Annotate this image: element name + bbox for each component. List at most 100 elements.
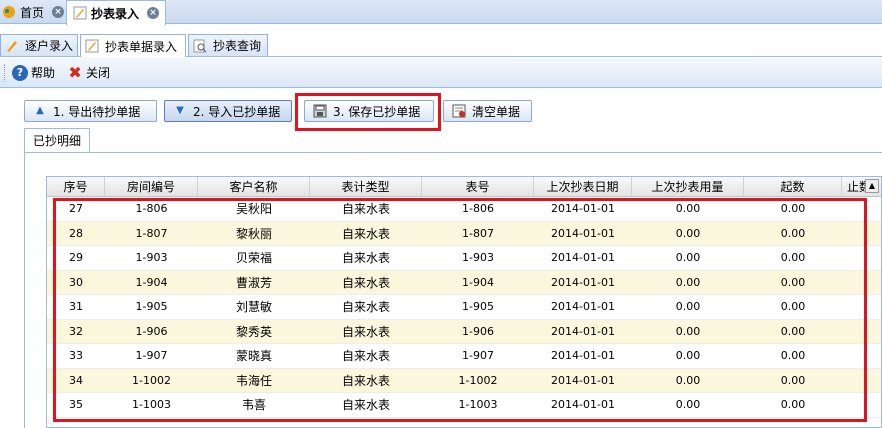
tab-document-entry-label: 抄表单据录入 xyxy=(105,39,178,54)
cell-last-date: 2014-01-01 xyxy=(551,373,615,387)
cell-meter-no: 1-904 xyxy=(462,275,494,289)
cell-last-date: 2014-01-01 xyxy=(551,398,615,411)
tab-document-entry[interactable]: 抄表单据录入 xyxy=(80,34,186,57)
cell-customer-name: 刘慧敏 xyxy=(235,300,272,314)
cell-seq: 31 xyxy=(69,300,83,313)
search-icon xyxy=(193,39,207,53)
cell-room-no: 1-906 xyxy=(135,324,168,338)
tab-reading-query-label: 抄表查询 xyxy=(213,39,262,53)
cell-meter-type: 自来水表 xyxy=(341,226,390,241)
cell-seq: 34 xyxy=(69,373,83,387)
cell-customer-name: 吴秋阳 xyxy=(235,202,272,216)
cell-meter-type: 自来水表 xyxy=(341,349,390,363)
import-read-label: 2. 导入已抄单据 xyxy=(193,104,281,119)
cell-meter-type: 自来水表 xyxy=(341,373,390,388)
cell-last-date: 2014-01-01 xyxy=(551,300,615,313)
cell-seq: 30 xyxy=(69,275,83,289)
cell-meter-no: 1-905 xyxy=(462,300,494,313)
cell-meter-type: 自来水表 xyxy=(341,398,390,412)
cell-last-date: 2014-01-01 xyxy=(551,349,615,362)
toolbar: ? 帮助 ✖ 关闭 xyxy=(0,58,882,88)
table-row[interactable]: 30 1-904 曹淑芳 自来水表 1-904 2014-01-01 0.00 0.00 69. xyxy=(47,270,882,295)
cell-last-usage: 0.00 xyxy=(675,251,701,264)
cell-seq: 35 xyxy=(69,398,83,411)
action-bar: ▲ 1. 导出待抄单据 ▼ 2. 导入已抄单据 3. 保存已抄单据 清空单据 xyxy=(0,88,882,128)
clear-documents-label: 清空单据 xyxy=(472,104,521,119)
cell-start-reading: 0.00 xyxy=(780,349,806,362)
table-row[interactable]: 32 1-906 黎秀英 自来水表 1-906 2014-01-01 0.00 0.00 71. xyxy=(47,319,882,344)
help-icon: ? xyxy=(12,64,28,81)
cell-start-reading: 0.00 xyxy=(780,202,806,215)
column-header[interactable]: 表号 xyxy=(422,177,534,197)
cell-customer-name: 韦喜 xyxy=(241,398,266,412)
cell-meter-no: 1-903 xyxy=(462,251,494,264)
column-header[interactable]: 表计类型 xyxy=(310,177,422,197)
cell-start-reading: 0.00 xyxy=(780,251,806,264)
cell-end-reading: 74. xyxy=(842,393,882,417)
sub-tab-bar: 逐户录入 抄表单据录入 抄表查询 xyxy=(0,25,882,57)
column-header[interactable]: 上次抄表用量 xyxy=(632,177,744,197)
cell-last-date: 2014-01-01 xyxy=(551,275,615,289)
table-row[interactable]: 35 1-1003 韦喜 自来水表 1-1003 2014-01-01 0.00 0.00 74… xyxy=(47,393,882,418)
tab-read-details[interactable]: 已抄明细 xyxy=(24,128,90,152)
cell-start-reading: 0.00 xyxy=(780,398,806,411)
top-tab-bar: 首页 × 抄表录入 × xyxy=(0,0,882,25)
cell-meter-type: 自来水表 xyxy=(341,324,390,339)
cell-seq: 33 xyxy=(69,349,83,362)
table-row[interactable]: 33 1-907 蒙晓真 自来水表 1-907 2014-01-01 0.00 0.00 72. xyxy=(47,344,882,369)
cell-start-reading: 0.00 xyxy=(780,300,806,313)
cell-end-reading: 71. xyxy=(842,320,882,344)
column-header[interactable]: 房间编号 xyxy=(105,177,198,197)
tab-read-details-label: 已抄明细 xyxy=(32,134,81,148)
column-header[interactable]: 起数 xyxy=(744,177,842,197)
table-row[interactable]: 29 1-903 贝荣福 自来水表 1-903 2014-01-01 0.00 0.00 68. xyxy=(47,246,882,271)
column-header[interactable]: 上次抄表日期 xyxy=(534,177,632,197)
cell-meter-no: 1-1002 xyxy=(458,373,498,387)
close-button[interactable]: ✖ 关闭 xyxy=(67,64,110,81)
cell-customer-name: 蒙晓真 xyxy=(235,349,272,363)
tab-home[interactable]: 首页 × xyxy=(0,0,65,24)
cell-room-no: 1-903 xyxy=(135,251,168,264)
cell-seq: 29 xyxy=(69,251,83,264)
cell-meter-type: 自来水表 xyxy=(341,300,390,314)
cell-end-reading: 70. xyxy=(842,295,882,319)
cell-end-reading: 73. xyxy=(842,369,882,393)
column-header[interactable]: 客户名称 xyxy=(198,177,310,197)
table-row[interactable]: 34 1-1002 韦海任 自来水表 1-1002 2014-01-01 0.00 0.00 7… xyxy=(47,368,882,393)
home-icon xyxy=(2,5,16,19)
close-icon[interactable]: × xyxy=(52,6,65,18)
close-icon[interactable]: × xyxy=(147,7,160,19)
table-row[interactable]: 31 1-905 刘慧敏 自来水表 1-905 2014-01-01 0.00 0.00 70. xyxy=(47,295,882,320)
pencil-icon xyxy=(5,39,19,53)
cell-last-usage: 0.00 xyxy=(675,373,701,387)
scroll-up-arrow[interactable]: ▲ xyxy=(865,179,879,193)
toolbar-separator xyxy=(4,63,6,82)
cell-end-reading: 69. xyxy=(842,271,882,295)
cell-last-usage: 0.00 xyxy=(675,300,701,313)
cell-end-reading: 72. xyxy=(842,344,882,368)
cell-last-date: 2014-01-01 xyxy=(551,251,615,264)
edit-icon xyxy=(73,6,87,20)
cell-meter-type: 自来水表 xyxy=(341,202,390,216)
import-read-button[interactable]: ▼ 2. 导入已抄单据 xyxy=(164,100,292,122)
cell-seq: 27 xyxy=(69,202,83,215)
close-button-label: 关闭 xyxy=(86,66,111,80)
grid-header: 序号 房间编号 客户名称 表计类型 表号 上次抄表日期 上次抄表用量 起数 止数 xyxy=(47,177,881,197)
cell-start-reading: 0.00 xyxy=(780,226,806,240)
cell-end-reading: 68. xyxy=(842,246,882,270)
tab-household-entry[interactable]: 逐户录入 xyxy=(0,34,78,56)
clear-documents-button[interactable]: 清空单据 xyxy=(443,100,532,122)
table-row[interactable]: 28 1-807 黎秋丽 自来水表 1-807 2014-01-01 0.00 0.00 67. xyxy=(47,221,881,246)
cell-customer-name: 曹淑芳 xyxy=(235,275,272,290)
help-button[interactable]: ? 帮助 xyxy=(12,64,55,81)
tab-meter-reading[interactable]: 抄表录入 × xyxy=(66,0,166,25)
cell-last-usage: 0.00 xyxy=(675,324,701,338)
cell-customer-name: 黎秀英 xyxy=(235,324,272,339)
table-row[interactable]: 27 1-806 吴秋阳 自来水表 1-806 2014-01-01 0.00 0.00 66. xyxy=(47,197,882,222)
tab-reading-query[interactable]: 抄表查询 xyxy=(188,34,268,56)
export-pending-button[interactable]: ▲ 1. 导出待抄单据 xyxy=(24,100,157,122)
cell-end-reading: 66. xyxy=(842,197,882,221)
column-header[interactable]: 序号 xyxy=(47,177,105,197)
cell-room-no: 1-807 xyxy=(135,226,168,240)
cell-meter-no: 1-906 xyxy=(462,324,494,338)
